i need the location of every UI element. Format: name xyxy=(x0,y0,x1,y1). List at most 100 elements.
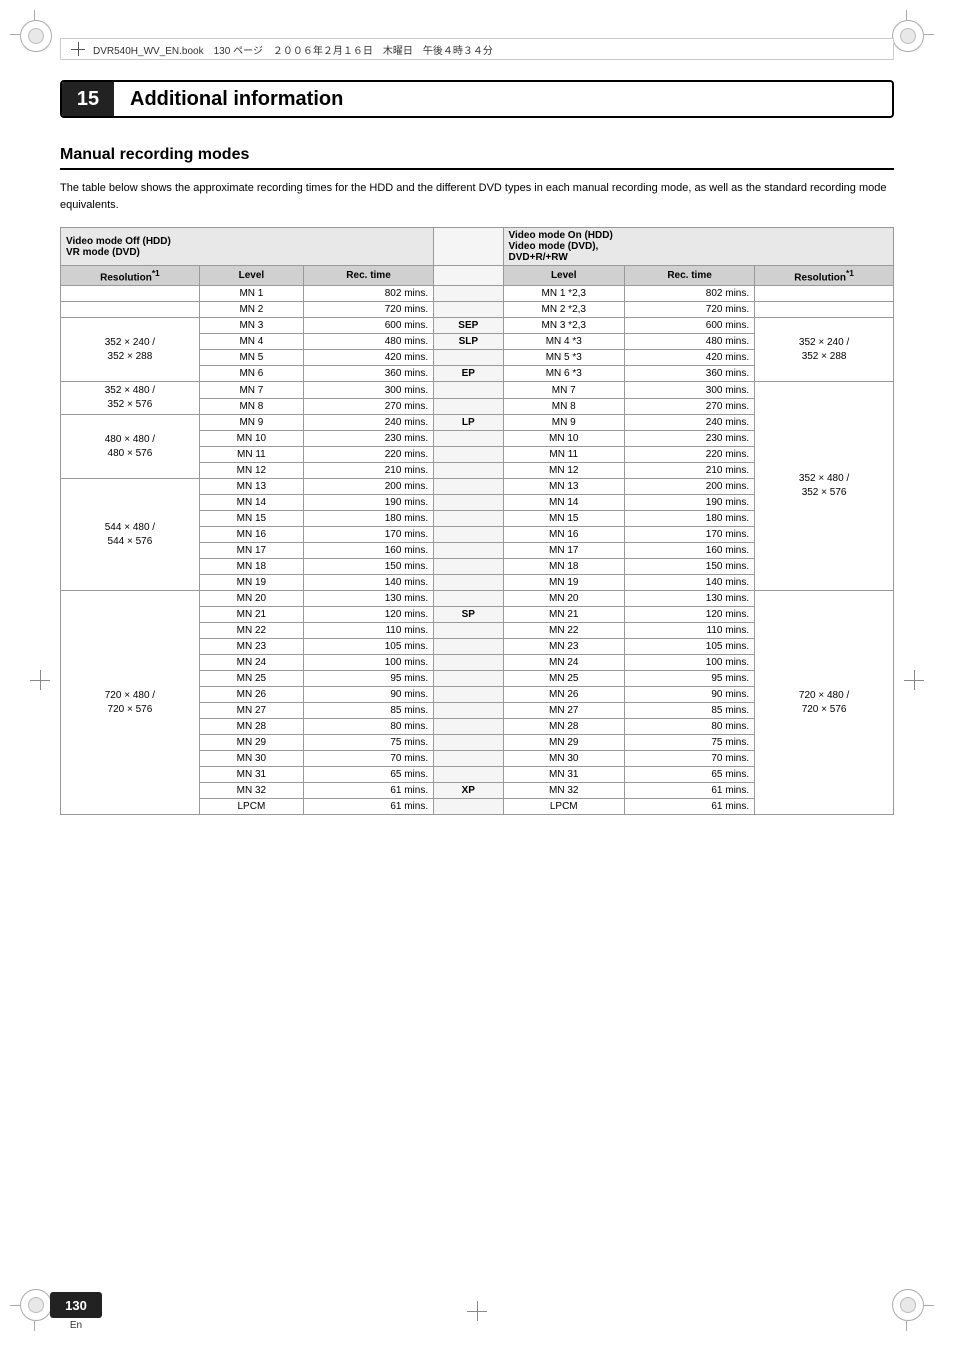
time-left-cell: 150 mins. xyxy=(303,559,433,575)
level-left-cell: MN 21 xyxy=(199,607,303,623)
sep-cell: SLP xyxy=(434,334,503,350)
level-left-cell: MN 16 xyxy=(199,527,303,543)
sep-cell xyxy=(434,559,503,575)
resolution-right-cell: 352 × 480 /352 × 576 xyxy=(755,382,894,591)
table-row: MN 2720 mins.MN 2 *2,3720 mins. xyxy=(61,302,894,318)
table-row: 352 × 240 /352 × 288MN 3600 mins.SEPMN 3… xyxy=(61,318,894,334)
time-right-cell: 170 mins. xyxy=(624,527,754,543)
col-rectime-left: Rec. time xyxy=(303,266,433,286)
level-left-cell: MN 28 xyxy=(199,719,303,735)
level-right-cell: MN 5 *3 xyxy=(503,350,624,366)
level-left-cell: MN 18 xyxy=(199,559,303,575)
level-left-cell: MN 20 xyxy=(199,591,303,607)
time-right-cell: 130 mins. xyxy=(624,591,754,607)
sep-cell: SP xyxy=(434,607,503,623)
time-left-cell: 110 mins. xyxy=(303,623,433,639)
level-left-cell: MN 26 xyxy=(199,687,303,703)
sep-cell xyxy=(434,687,503,703)
sep-cell xyxy=(434,719,503,735)
level-right-cell: MN 25 xyxy=(503,671,624,687)
level-left-cell: MN 13 xyxy=(199,479,303,495)
sep-cell: LP xyxy=(434,415,503,431)
level-right-cell: MN 7 xyxy=(503,382,624,399)
time-left-cell: 130 mins. xyxy=(303,591,433,607)
level-left-cell: MN 2 xyxy=(199,302,303,318)
sep-cell: SEP xyxy=(434,318,503,334)
chapter-title: Additional information xyxy=(114,88,343,111)
level-right-cell: MN 18 xyxy=(503,559,624,575)
level-right-cell: MN 20 xyxy=(503,591,624,607)
time-right-cell: 300 mins. xyxy=(624,382,754,399)
level-left-cell: MN 31 xyxy=(199,767,303,783)
sep-cell xyxy=(434,639,503,655)
file-info-crosshair-icon xyxy=(71,42,85,56)
level-right-cell: MN 14 xyxy=(503,495,624,511)
time-right-cell: 200 mins. xyxy=(624,479,754,495)
time-left-cell: 85 mins. xyxy=(303,703,433,719)
level-right-cell: MN 17 xyxy=(503,543,624,559)
time-left-cell: 100 mins. xyxy=(303,655,433,671)
sep-cell: XP xyxy=(434,783,503,799)
time-left-cell: 61 mins. xyxy=(303,783,433,799)
sep-cell xyxy=(434,575,503,591)
level-left-cell: MN 15 xyxy=(199,511,303,527)
time-left-cell: 140 mins. xyxy=(303,575,433,591)
sep-cell xyxy=(434,751,503,767)
page-number: 130 xyxy=(50,1292,102,1318)
level-left-cell: LPCM xyxy=(199,799,303,815)
level-right-cell: MN 16 xyxy=(503,527,624,543)
level-left-cell: MN 9 xyxy=(199,415,303,431)
time-left-cell: 240 mins. xyxy=(303,415,433,431)
main-content: 15 Additional information Manual recordi… xyxy=(60,80,894,1261)
time-left-cell: 170 mins. xyxy=(303,527,433,543)
level-left-cell: MN 5 xyxy=(199,350,303,366)
time-left-cell: 802 mins. xyxy=(303,286,433,302)
time-left-cell: 90 mins. xyxy=(303,687,433,703)
time-left-cell: 420 mins. xyxy=(303,350,433,366)
level-right-cell: MN 3 *2,3 xyxy=(503,318,624,334)
time-right-cell: 180 mins. xyxy=(624,511,754,527)
time-right-cell: 220 mins. xyxy=(624,447,754,463)
col-level-right: Level xyxy=(503,266,624,286)
level-right-cell: LPCM xyxy=(503,799,624,815)
time-right-cell: 480 mins. xyxy=(624,334,754,350)
level-right-cell: MN 13 xyxy=(503,479,624,495)
level-right-cell: MN 2 *2,3 xyxy=(503,302,624,318)
time-right-cell: 160 mins. xyxy=(624,543,754,559)
sep-cell xyxy=(434,350,503,366)
sep-cell xyxy=(434,799,503,815)
file-info-text: DVR540H_WV_EN.book 130 ページ ２００６年２月１６日 木曜… xyxy=(93,42,493,57)
time-left-cell: 105 mins. xyxy=(303,639,433,655)
table-header-right: Video mode On (HDD)Video mode (DVD),DVD+… xyxy=(503,228,893,266)
level-right-cell: MN 12 xyxy=(503,463,624,479)
sep-cell xyxy=(434,591,503,607)
level-right-cell: MN 19 xyxy=(503,575,624,591)
time-left-cell: 180 mins. xyxy=(303,511,433,527)
level-left-cell: MN 29 xyxy=(199,735,303,751)
time-right-cell: 120 mins. xyxy=(624,607,754,623)
level-right-cell: MN 21 xyxy=(503,607,624,623)
time-right-cell: 70 mins. xyxy=(624,751,754,767)
table-row: MN 1802 mins.MN 1 *2,3802 mins. xyxy=(61,286,894,302)
bottom-center-crosshair xyxy=(467,1301,487,1321)
level-right-cell: MN 22 xyxy=(503,623,624,639)
time-right-cell: 210 mins. xyxy=(624,463,754,479)
time-left-cell: 720 mins. xyxy=(303,302,433,318)
time-left-cell: 300 mins. xyxy=(303,382,433,399)
level-right-cell: MN 4 *3 xyxy=(503,334,624,350)
time-left-cell: 75 mins. xyxy=(303,735,433,751)
time-left-cell: 120 mins. xyxy=(303,607,433,623)
level-left-cell: MN 10 xyxy=(199,431,303,447)
page-lang: En xyxy=(50,1320,102,1331)
sep-cell xyxy=(434,527,503,543)
resolution-left-cell: 352 × 480 /352 × 576 xyxy=(61,382,200,415)
table-row: 720 × 480 /720 × 576MN 20130 mins.MN 201… xyxy=(61,591,894,607)
level-right-cell: MN 31 xyxy=(503,767,624,783)
time-right-cell: 270 mins. xyxy=(624,398,754,415)
level-left-cell: MN 11 xyxy=(199,447,303,463)
resolution-left-cell-empty xyxy=(61,286,200,302)
level-right-cell: MN 24 xyxy=(503,655,624,671)
level-right-cell: MN 6 *3 xyxy=(503,366,624,382)
level-right-cell: MN 30 xyxy=(503,751,624,767)
time-right-cell: 190 mins. xyxy=(624,495,754,511)
